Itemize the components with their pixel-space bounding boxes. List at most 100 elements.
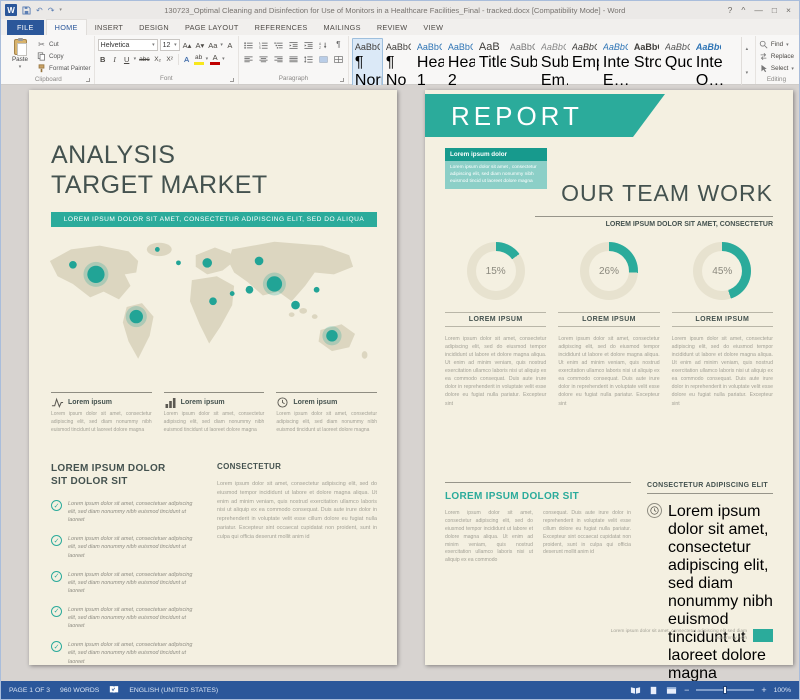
clipboard-dialog-launcher-icon[interactable] <box>86 78 90 82</box>
tab-page-layout[interactable]: PAGE LAYOUT <box>177 20 247 35</box>
zoom-in-button[interactable]: + <box>761 686 766 695</box>
find-button[interactable]: Find▾ <box>759 39 794 50</box>
align-left-button[interactable] <box>242 53 255 65</box>
quick-access-toolbar: W ↶ ↷ ▾ <box>5 4 62 16</box>
tab-file[interactable]: FILE <box>7 20 44 35</box>
cut-button[interactable]: ✂Cut <box>37 39 91 50</box>
donut-text: Lorem ipsum dolor sit amet, consectetur … <box>445 335 546 408</box>
save-icon[interactable] <box>22 6 31 15</box>
page-right[interactable]: REPORT Lorem ipsum dolor Lorem ipsum dol… <box>425 90 793 665</box>
paragraph-row2-buttons <box>242 53 345 65</box>
paste-button[interactable]: Paste ▾ <box>6 37 34 74</box>
paste-dropdown-icon[interactable]: ▾ <box>19 64 22 70</box>
styles-scroll-down-button[interactable]: ▾ <box>742 61 752 85</box>
page-left[interactable]: ANALYSIS TARGET MARKET LOREM IPSUM DOLOR… <box>29 90 397 665</box>
text-effects-button[interactable]: A <box>182 53 192 65</box>
tab-insert[interactable]: INSERT <box>87 20 131 35</box>
styles-scroll-up-button[interactable]: ▴ <box>742 37 752 61</box>
borders-icon <box>334 55 343 64</box>
painter-icon <box>37 64 46 73</box>
zoom-out-button[interactable]: − <box>684 686 689 695</box>
page-indicator[interactable]: PAGE 1 OF 3 <box>9 687 50 694</box>
strikethrough-button[interactable]: abc <box>138 53 150 65</box>
indent-icon <box>304 41 313 50</box>
bold-button[interactable]: B <box>98 53 108 65</box>
donut-column: 45%LOREM IPSUMLorem ipsum dolor sit amet… <box>672 242 773 408</box>
team-heading-block: OUR TEAM WORK LOREM IPSUM DOLOR SIT AMET… <box>535 180 773 228</box>
ribbon-options-button[interactable]: ^ <box>741 5 745 15</box>
right-page-bottom: LOREM IPSUM DOLOR SIT Lorem ipsum dolor … <box>445 482 773 681</box>
subscript-button[interactable]: X₂ <box>153 53 163 65</box>
underline-button[interactable]: U <box>122 53 132 65</box>
sort-button[interactable]: AZ <box>317 39 330 51</box>
maximize-button[interactable]: □ <box>772 5 777 15</box>
checklist-item: ✓Lorem ipsum dolor sit amet, consectetue… <box>51 641 201 665</box>
clear-formatting-button[interactable]: A <box>225 39 235 51</box>
numbering-button[interactable]: 123 <box>257 39 270 51</box>
copy-button[interactable]: Copy <box>37 51 91 62</box>
word-logo-icon: W <box>5 4 17 16</box>
multilevel-icon <box>274 41 283 50</box>
close-button[interactable]: × <box>786 5 791 15</box>
stat-title: Lorem ipsum <box>293 399 337 406</box>
info-box-title: Lorem ipsum dolor <box>445 148 547 161</box>
help-button[interactable]: ? <box>728 5 733 15</box>
superscript-button[interactable]: X² <box>165 53 175 65</box>
clipboard-group-label: Clipboard <box>6 74 91 84</box>
select-button[interactable]: Select▾ <box>759 63 794 74</box>
clipboard-small-buttons: ✂CutCopyFormat Painter <box>37 37 91 74</box>
borders-button[interactable] <box>332 53 345 65</box>
highlight-button[interactable]: ab <box>194 54 204 65</box>
stat-title: Lorem ipsum <box>68 399 112 406</box>
align-center-button[interactable] <box>257 53 270 65</box>
checklist-item: ✓Lorem ipsum dolor sit amet, consectetue… <box>51 500 201 524</box>
zoom-level[interactable]: 100% <box>774 687 791 694</box>
language-indicator[interactable]: ENGLISH (UNITED STATES) <box>129 687 218 694</box>
italic-button[interactable]: I <box>110 53 120 65</box>
zoom-slider-thumb[interactable] <box>723 686 727 694</box>
tab-references[interactable]: REFERENCES <box>247 20 316 35</box>
multilevel-button[interactable] <box>272 39 285 51</box>
chevron-down-icon: ▾ <box>220 42 223 48</box>
redo-icon[interactable]: ↷ <box>48 6 55 15</box>
bullets-button[interactable] <box>242 39 255 51</box>
justify-button[interactable] <box>287 53 300 65</box>
clipboard-group: Paste ▾ ✂CutCopyFormat Painter Clipboard <box>3 36 95 84</box>
align-right-button[interactable] <box>272 53 285 65</box>
minimize-button[interactable]: — <box>754 5 763 15</box>
tab-view[interactable]: VIEW <box>415 20 451 35</box>
outdent-button[interactable] <box>287 39 300 51</box>
print-layout-button[interactable] <box>648 686 659 695</box>
paragraph-group: 123AZ¶ Paragraph <box>239 36 349 84</box>
format-painter-button[interactable]: Format Painter <box>37 63 91 74</box>
undo-icon[interactable]: ↶ <box>36 6 43 15</box>
tab-review[interactable]: REVIEW <box>369 20 416 35</box>
replace-button[interactable]: Replace <box>759 51 794 62</box>
tab-design[interactable]: DESIGN <box>131 20 177 35</box>
grow-font-button[interactable]: A▴ <box>182 39 193 51</box>
read-mode-button[interactable] <box>630 686 641 695</box>
document-area: ANALYSIS TARGET MARKET LOREM IPSUM DOLOR… <box>1 85 799 681</box>
sort-icon: AZ <box>319 41 328 50</box>
donut-text: Lorem ipsum dolor sit amet, consectetur … <box>672 335 773 408</box>
align-center-icon <box>259 55 268 64</box>
stat-item: Lorem ipsumLorem ipsum dolor sit amet, c… <box>51 392 152 434</box>
line-spacing-button[interactable] <box>302 53 315 65</box>
web-layout-button[interactable] <box>666 686 677 695</box>
tab-mailings[interactable]: MAILINGS <box>316 20 369 35</box>
indent-button[interactable] <box>302 39 315 51</box>
font-size-combo[interactable]: 12▾ <box>160 39 180 51</box>
shading-button[interactable] <box>317 53 330 65</box>
shrink-font-button[interactable]: A▾ <box>194 39 205 51</box>
font-color-button[interactable]: A <box>210 54 220 65</box>
word-count[interactable]: 960 WORDS <box>60 687 99 694</box>
zoom-slider[interactable] <box>696 689 754 691</box>
pilcrow-button[interactable]: ¶ <box>332 39 345 51</box>
change-case-button[interactable]: Aa <box>207 39 218 51</box>
font-dialog-launcher-icon[interactable] <box>230 78 234 82</box>
paragraph-dialog-launcher-icon[interactable] <box>340 78 344 82</box>
font-name-combo[interactable]: Helvetica▾ <box>98 39 158 51</box>
world-map <box>37 236 389 378</box>
tab-home[interactable]: HOME <box>46 19 87 35</box>
proofing-icon[interactable] <box>109 685 119 696</box>
